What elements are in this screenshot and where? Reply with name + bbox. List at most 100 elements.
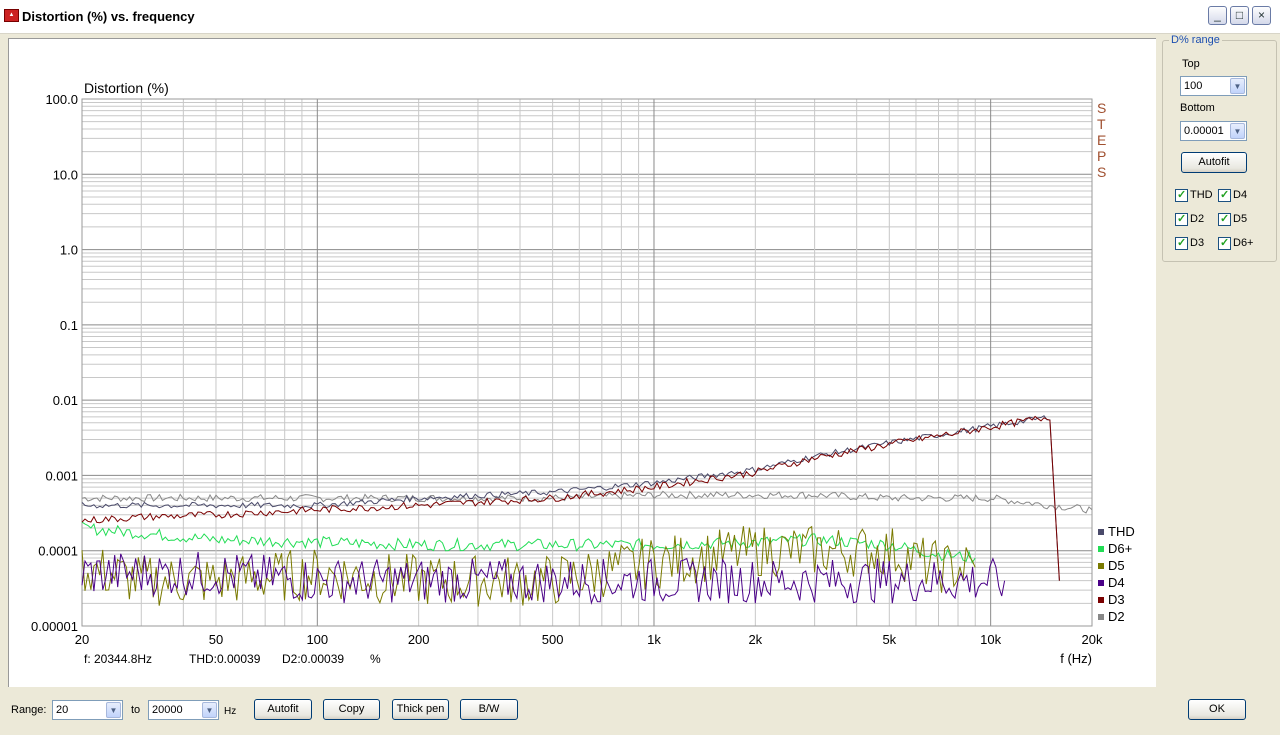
check-icon: ✓ <box>1220 237 1230 249</box>
bw-button[interactable]: B/W <box>460 699 518 720</box>
thick-pen-button[interactable]: Thick pen <box>392 699 449 720</box>
x-tick-labels: 20 50 100 200 500 1k 2k 5k 10k 20k <box>75 632 1103 647</box>
plot-panel: 100.0 10.0 1.0 0.1 0.01 0.001 0.0001 0.00001 20… <box>8 38 1156 687</box>
top-select[interactable]: 100 ▼ <box>1180 76 1247 96</box>
series-line-d2 <box>81 490 1093 514</box>
y-tick-label: 0.001 <box>45 468 78 483</box>
checkbox-label: D4 <box>1233 189 1248 201</box>
checkbox-label: THD <box>1190 189 1213 201</box>
side-autofit-button[interactable]: Autofit <box>1181 152 1247 173</box>
checkbox-d3[interactable]: ✓ <box>1175 237 1188 250</box>
watermark-letter: S <box>1097 164 1106 180</box>
legend-label: D6+ <box>1108 541 1132 556</box>
check-icon: ✓ <box>1177 213 1187 225</box>
y-tick-label: 0.00001 <box>31 619 78 634</box>
x-tick-label: 20k <box>1082 632 1103 647</box>
watermark-letter: E <box>1097 132 1106 148</box>
legend-swatch <box>1098 546 1104 552</box>
x-tick-label: 200 <box>408 632 430 647</box>
distortion-chart[interactable]: 100.0 10.0 1.0 0.1 0.01 0.001 0.0001 0.00001 20… <box>9 39 1156 687</box>
checkbox-d6plus[interactable]: ✓ <box>1218 237 1231 250</box>
checkbox-label: D5 <box>1233 213 1248 225</box>
close-icon: × <box>1257 8 1265 22</box>
autofit-button[interactable]: Autofit <box>254 699 312 720</box>
chart-series <box>81 415 1093 607</box>
legend-swatch <box>1098 563 1104 569</box>
bottom-select-value: 0.00001 <box>1184 125 1224 137</box>
maximize-icon: □ <box>1235 8 1244 22</box>
check-icon: ✓ <box>1177 237 1187 249</box>
x-tick-label: 500 <box>542 632 564 647</box>
steps-watermark: STEPS <box>1097 100 1106 180</box>
y-tick-labels: 100.0 10.0 1.0 0.1 0.01 0.001 0.0001 0.00001 <box>31 92 78 634</box>
range-to-value: 20000 <box>152 704 183 716</box>
status-thd: THD:0.00039 <box>189 652 261 666</box>
watermark-letter: P <box>1097 148 1106 164</box>
checkbox-label: D6+ <box>1233 237 1254 249</box>
x-tick-label: 50 <box>209 632 223 647</box>
legend-swatch <box>1098 597 1104 603</box>
y-tick-label: 0.01 <box>53 393 78 408</box>
top-select-value: 100 <box>1184 80 1203 92</box>
legend-label: D3 <box>1108 592 1125 607</box>
checkbox-d5[interactable]: ✓ <box>1218 213 1231 226</box>
top-label: Top <box>1182 58 1200 70</box>
chevron-down-icon[interactable]: ▼ <box>106 702 121 718</box>
range-to-select[interactable]: 20000 ▼ <box>148 700 219 720</box>
x-tick-label: 5k <box>882 632 896 647</box>
bottom-label: Bottom <box>1180 102 1215 114</box>
checkbox-label: D3 <box>1190 237 1205 249</box>
checkbox-thd[interactable]: ✓ <box>1175 189 1188 202</box>
maximize-button[interactable]: □ <box>1230 6 1249 25</box>
x-tick-label: 10k <box>980 632 1001 647</box>
legend-swatch <box>1098 529 1104 535</box>
chart-title: Distortion (%) <box>84 80 169 96</box>
to-label: to <box>131 704 141 716</box>
minimize-button[interactable]: _ <box>1208 6 1227 25</box>
range-panel: D% range Top 100 ▼ Bottom 0.00001 ▼ Auto… <box>1162 34 1277 262</box>
watermark-letter: T <box>1097 116 1106 132</box>
chevron-down-icon[interactable]: ▼ <box>1230 123 1245 139</box>
hz-unit-label: Hz <box>224 706 237 717</box>
close-button[interactable]: × <box>1252 6 1271 25</box>
ok-button[interactable]: OK <box>1188 699 1246 720</box>
y-tick-label: 0.0001 <box>38 544 78 559</box>
checkbox-d4[interactable]: ✓ <box>1218 189 1231 202</box>
check-icon: ✓ <box>1177 189 1187 201</box>
checkbox-label: D2 <box>1190 213 1205 225</box>
check-icon: ✓ <box>1220 213 1230 225</box>
y-tick-label: 0.1 <box>60 318 78 333</box>
copy-button[interactable]: Copy <box>323 699 380 720</box>
legend-label: D2 <box>1108 609 1125 624</box>
y-tick-label: 10.0 <box>53 167 78 182</box>
legend-label: D5 <box>1108 558 1125 573</box>
legend-label: D4 <box>1108 575 1125 590</box>
status-d2: D2:0.00039 <box>282 652 344 666</box>
check-icon: ✓ <box>1220 189 1230 201</box>
checkbox-d2[interactable]: ✓ <box>1175 213 1188 226</box>
x-tick-label: 20 <box>75 632 89 647</box>
minimize-icon: _ <box>1214 8 1221 22</box>
watermark-letter: S <box>1097 100 1106 116</box>
range-group-label: D% range <box>1169 34 1222 46</box>
legend-label: THD <box>1108 524 1135 539</box>
app-icon: ▲ <box>4 9 19 22</box>
range-from-value: 20 <box>56 704 69 716</box>
title-bar: ▲ Distortion (%) vs. frequency _ □ × <box>0 0 1280 34</box>
chart-legend: THD D6+ D5 D4 D3 D2 <box>1098 524 1135 624</box>
range-from-select[interactable]: 20 ▼ <box>52 700 123 720</box>
chart-grid <box>81 98 1093 627</box>
status-unit: % <box>370 652 381 666</box>
chevron-down-icon[interactable]: ▼ <box>202 702 217 718</box>
x-tick-label: 1k <box>647 632 661 647</box>
range-label: Range: <box>11 704 47 716</box>
legend-swatch <box>1098 580 1104 586</box>
y-tick-label: 100.0 <box>45 92 78 107</box>
x-tick-label: 100 <box>306 632 328 647</box>
window-title: Distortion (%) vs. frequency <box>22 9 195 24</box>
x-tick-label: 2k <box>748 632 762 647</box>
chevron-down-icon[interactable]: ▼ <box>1230 78 1245 94</box>
bottom-select[interactable]: 0.00001 ▼ <box>1180 121 1247 141</box>
status-freq: f: 20344.8Hz <box>84 652 152 666</box>
legend-swatch <box>1098 614 1104 620</box>
